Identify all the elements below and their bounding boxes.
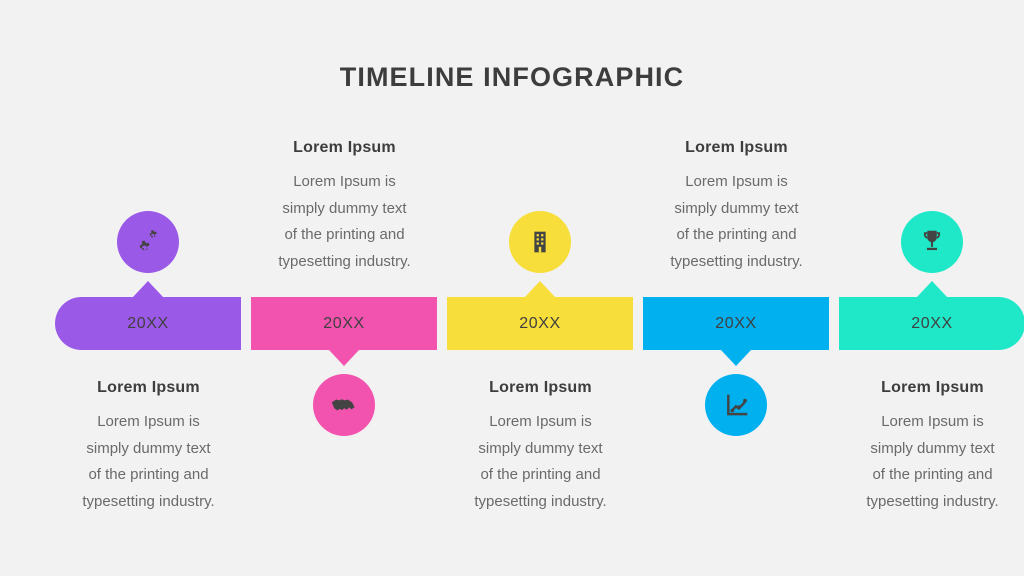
milestone-heading: Lorem Ipsum (489, 379, 592, 396)
milestone-text-block: Lorem Ipsum Lorem Ipsum is simply dummy te… (634, 139, 839, 275)
milestone-body-line: Lorem Ipsum is (293, 173, 396, 190)
segment-pointer-up-icon (917, 281, 947, 297)
milestone-heading: Lorem Ipsum (685, 139, 788, 156)
milestone-body-line: simply dummy text (86, 439, 211, 457)
timeline-segment[interactable]: 20XX (447, 281, 633, 350)
segment-year-label: 20XX (323, 314, 365, 332)
timeline-bar: 20XX 20XX 20XX 20XX 20XX (55, 281, 1024, 366)
milestone-heading: Lorem Ipsum (97, 379, 200, 396)
milestone-body-line: Lorem Ipsum is (685, 173, 788, 190)
milestone-body-line: simply dummy text (674, 199, 799, 217)
milestone-body: Lorem Ipsum is simply dummy text of the pr… (830, 409, 1024, 515)
milestone-body-line: simply dummy text (870, 439, 995, 457)
timeline-segment[interactable]: 20XX (839, 281, 1024, 350)
segment-pointer-down-icon (329, 350, 359, 366)
segment-year-label: 20XX (519, 314, 561, 332)
milestone-body-line: of the printing and (88, 466, 209, 483)
milestone-body-line: of the printing and (480, 466, 601, 483)
icon-badge[interactable] (117, 211, 179, 273)
segment-pointer-down-icon (721, 350, 751, 366)
milestone-body: Lorem Ipsum is simply dummy text of the pr… (438, 409, 643, 515)
icon-badge[interactable] (313, 374, 375, 436)
line-chart-icon (721, 390, 751, 420)
milestone-body-line: simply dummy text (282, 199, 407, 217)
trophy-icon (917, 227, 947, 257)
gears-icon (133, 227, 163, 257)
milestone-body-line: typesetting industry. (670, 252, 803, 270)
segment-year-label: 20XX (127, 314, 169, 332)
building-icon (525, 227, 555, 257)
milestone-text-block: Lorem Ipsum Lorem Ipsum is simply dummy te… (46, 379, 251, 515)
segment-pointer-up-icon (525, 281, 555, 297)
milestone-body-line: typesetting industry. (278, 252, 411, 270)
milestone-body-line: typesetting industry. (82, 492, 215, 510)
icon-badge[interactable] (901, 211, 963, 273)
timeline-segment[interactable]: 20XX (251, 297, 437, 366)
icon-badge[interactable] (509, 211, 571, 273)
timeline-segment[interactable]: 20XX (55, 281, 241, 350)
milestone-text-block: Lorem Ipsum Lorem Ipsum is simply dummy te… (830, 379, 1024, 515)
icon-badge[interactable] (705, 374, 767, 436)
milestone-body-line: of the printing and (676, 226, 797, 243)
timeline-segment[interactable]: 20XX (643, 297, 829, 366)
milestone-text-block: Lorem Ipsum Lorem Ipsum is simply dummy te… (242, 139, 447, 275)
milestone-heading: Lorem Ipsum (293, 139, 396, 156)
segment-year-label: 20XX (911, 314, 953, 332)
milestone-body-line: Lorem Ipsum is (489, 413, 592, 430)
milestone-body: Lorem Ipsum is simply dummy text of the pr… (634, 169, 839, 275)
infographic-canvas: TIMELINE INFOGRAPHIC 20XX 20XX 20XX 20XX 20X… (0, 0, 1024, 576)
milestone-body: Lorem Ipsum is simply dummy text of the pr… (242, 169, 447, 275)
milestone-body-line: typesetting industry. (866, 492, 999, 510)
segment-pointer-up-icon (133, 281, 163, 297)
milestone-body: Lorem Ipsum is simply dummy text of the pr… (46, 409, 251, 515)
milestone-body-line: of the printing and (872, 466, 993, 483)
milestone-body-line: typesetting industry. (474, 492, 607, 510)
handshake-icon (329, 390, 359, 420)
milestone-body-line: of the printing and (284, 226, 405, 243)
page-title: TIMELINE INFOGRAPHIC (339, 62, 685, 92)
milestone-body-line: Lorem Ipsum is (881, 413, 984, 430)
milestone-body-line: simply dummy text (478, 439, 603, 457)
segment-year-label: 20XX (715, 314, 757, 332)
milestone-text-block: Lorem Ipsum Lorem Ipsum is simply dummy te… (438, 379, 643, 515)
milestone-body-line: Lorem Ipsum is (97, 413, 200, 430)
milestone-heading: Lorem Ipsum (881, 379, 984, 396)
